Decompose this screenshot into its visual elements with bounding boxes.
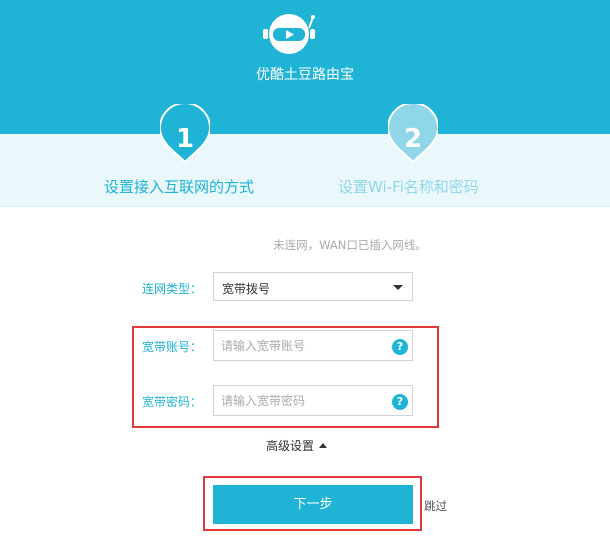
step-1-label[interactable]: 设置接入互联网的方式 <box>104 176 254 197</box>
step-2-number: 2 <box>403 124 423 154</box>
advanced-settings-label: 高级设置 <box>266 439 315 453</box>
connection-type-label: 连网类型： <box>141 282 202 296</box>
robot-logo-icon <box>263 14 315 54</box>
next-button[interactable]: 下一步 <box>213 485 413 524</box>
password-input[interactable] <box>213 385 413 416</box>
connection-status: 未连网，WAN口已插入网线。 <box>273 238 427 252</box>
steps-bar: 1 2 设置接入互联网的方式 设置Wi-Fi名称和密码 <box>0 104 610 206</box>
password-label: 宽带密码： <box>141 395 202 409</box>
caret-up-icon <box>319 443 328 448</box>
account-label: 宽带账号： <box>141 340 202 354</box>
dropdown-caret-icon[interactable] <box>393 285 403 290</box>
app-title: 优酷土豆路由宝 <box>256 67 354 83</box>
connection-type-select[interactable]: 宽带拨号 <box>213 272 413 301</box>
header: 优酷土豆路由宝 <box>0 0 610 134</box>
account-help-icon[interactable]: ? <box>392 339 408 355</box>
password-help-icon[interactable]: ? <box>392 394 408 410</box>
connection-type-value: 宽带拨号 <box>222 282 271 296</box>
skip-link[interactable]: 跳过 <box>424 498 447 514</box>
step-2-label[interactable]: 设置Wi-Fi名称和密码 <box>338 176 479 197</box>
account-input[interactable] <box>213 330 413 361</box>
divider <box>0 206 610 207</box>
advanced-settings-toggle[interactable]: 高级设置 <box>266 437 328 454</box>
step-1-number: 1 <box>175 124 195 154</box>
